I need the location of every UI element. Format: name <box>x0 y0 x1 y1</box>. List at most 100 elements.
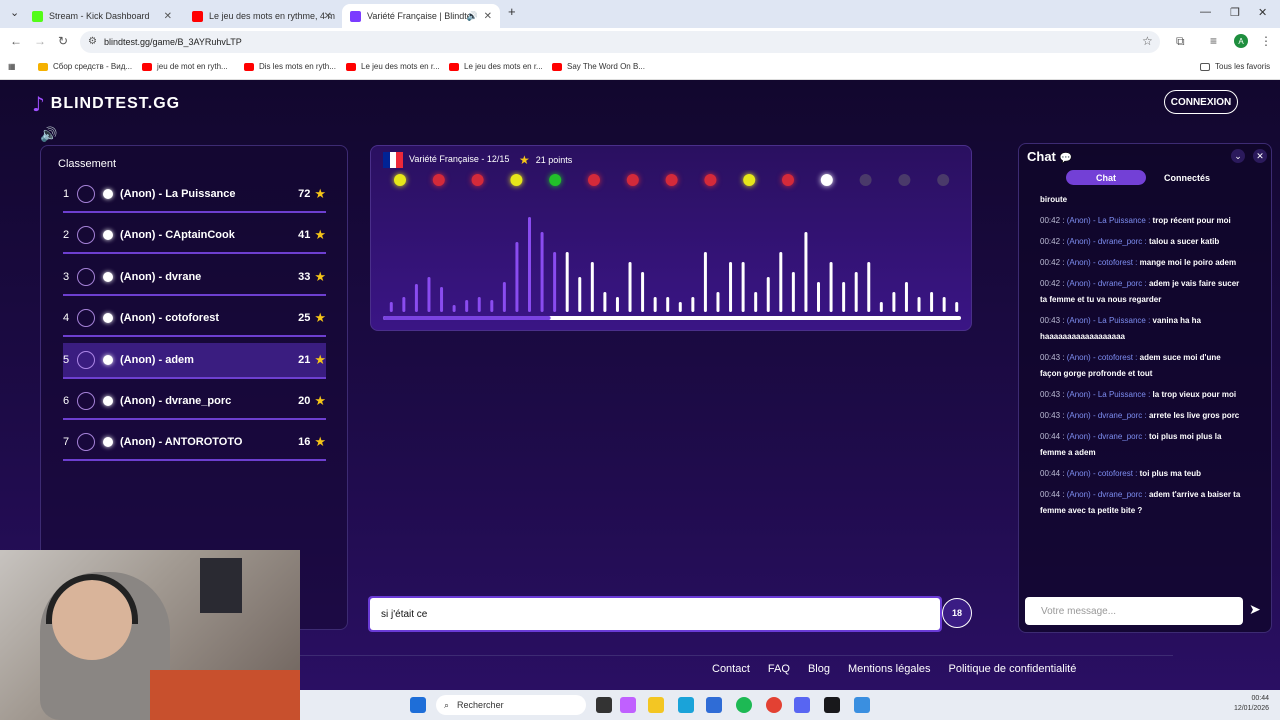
reading-list-icon[interactable]: ≡ <box>1210 34 1217 48</box>
star-icon: ★ <box>314 393 326 408</box>
visualizer-bar <box>389 302 393 312</box>
message-text: toi plus ma teub <box>1139 469 1201 478</box>
round-indicator <box>549 174 562 186</box>
login-button[interactable]: CONNEXION <box>1164 90 1238 114</box>
audio-playing-icon[interactable]: 🔊 <box>467 11 478 22</box>
answer-input[interactable] <box>370 598 940 630</box>
tab-chat[interactable]: Chat <box>1066 170 1146 185</box>
send-icon[interactable]: ➤ <box>1249 601 1261 618</box>
footer-link-legal[interactable]: Mentions légales <box>848 663 931 675</box>
visualizer-bar <box>779 252 783 312</box>
bookmark-star-icon[interactable]: ☆ <box>1142 34 1153 48</box>
discord-icon[interactable] <box>794 697 810 713</box>
chat-message-input[interactable] <box>1025 597 1243 625</box>
round-indicator <box>394 174 406 186</box>
back-icon[interactable]: ← <box>10 34 22 48</box>
restore-icon[interactable]: ❐ <box>1230 6 1240 19</box>
spotify-icon[interactable] <box>736 697 752 713</box>
reload-icon[interactable]: ↻ <box>58 34 68 48</box>
new-tab-button[interactable]: + <box>508 4 516 19</box>
audio-visualizer <box>383 174 961 320</box>
round-indicator <box>432 174 445 186</box>
ranking-row: 4 (Anon) - cotoforest 25 ★ <box>63 301 326 338</box>
footer-link-faq[interactable]: FAQ <box>768 663 790 675</box>
chrome-icon[interactable] <box>766 697 782 713</box>
edge-icon[interactable] <box>678 697 694 713</box>
taskbar-search[interactable]: ⌕ Rechercher <box>436 695 586 715</box>
footer-link-privacy[interactable]: Politique de confidentialité <box>949 663 1077 675</box>
file-explorer-icon[interactable] <box>648 697 664 713</box>
star-icon: ★ <box>519 153 530 167</box>
taskbar-clock[interactable]: 00:44 12/01/2026 <box>1213 694 1269 714</box>
minimize-icon[interactable]: — <box>1200 6 1211 18</box>
chat-message: 00:43 : (Anon) - dvrane_porc : arrete le… <box>1040 408 1244 424</box>
visualizer-bar <box>427 277 431 312</box>
close-tab-icon[interactable]: ✕ <box>484 11 492 22</box>
copilot-icon[interactable] <box>620 697 636 713</box>
apps-icon[interactable]: ▦ <box>8 62 16 71</box>
star-icon: ★ <box>314 186 326 201</box>
music-note-icon: ♪ <box>32 92 45 116</box>
france-flag-icon <box>383 152 404 168</box>
chevron-down-icon[interactable]: ⌄ <box>1231 149 1245 163</box>
app-icon[interactable] <box>824 697 840 713</box>
bookmark-item[interactable]: Le jeu des mots en r... <box>346 62 440 71</box>
message-time: 00:43 : <box>1040 353 1065 362</box>
visualizer-bar <box>502 282 506 312</box>
rank-number: 5 <box>63 353 70 366</box>
footer-link-blog[interactable]: Blog <box>808 663 830 675</box>
photos-icon[interactable] <box>854 697 870 713</box>
blindtest-icon <box>350 10 361 22</box>
site-info-icon[interactable]: ⚙ <box>88 36 97 47</box>
message-time: 00:42 : <box>1040 237 1065 246</box>
visualizer-bar <box>565 252 569 312</box>
tab-blindtest[interactable]: Variété Française | Blindtest 🔊 ✕ <box>342 4 500 28</box>
visualizer-bar <box>729 262 733 312</box>
store-icon[interactable] <box>706 697 722 713</box>
visualizer-bar <box>766 277 770 312</box>
volume-icon[interactable]: 🔊 <box>40 126 57 143</box>
speech-bubble-icon: 💬 <box>1059 153 1072 164</box>
message-time: 00:42 : <box>1040 279 1065 288</box>
bookmark-item[interactable]: Le jeu des mots en r... <box>449 62 543 71</box>
site-logo[interactable]: ♪ BLINDTEST.GG <box>32 92 180 116</box>
visualizer-bar <box>666 297 670 312</box>
message-text: talou a sucer katib <box>1148 237 1220 246</box>
bookmark-item[interactable]: Сбор средств - Вид... <box>38 62 132 71</box>
close-tab-icon[interactable]: ✕ <box>164 11 172 22</box>
close-icon[interactable]: ✕ <box>1253 149 1267 163</box>
bookmark-item[interactable]: Say The Word On B... <box>552 62 645 71</box>
star-icon: ★ <box>314 227 326 243</box>
player-score: 33 <box>298 270 311 283</box>
player-name: (Anon) - dvrane <box>120 270 202 283</box>
extensions-icon[interactable]: ⧉ <box>1176 34 1185 49</box>
chat-message: 00:42 : (Anon) - cotoforest : mange moi … <box>1040 255 1244 271</box>
menu-icon[interactable]: ⋮ <box>1260 34 1272 48</box>
task-view-icon[interactable] <box>596 697 612 713</box>
avatar <box>77 433 95 452</box>
all-favorites[interactable]: Tous les favoris <box>1200 62 1270 71</box>
close-window-icon[interactable]: ✕ <box>1258 6 1267 19</box>
windows-start-icon[interactable] <box>410 697 426 713</box>
visualizer-bar <box>904 282 908 312</box>
tab-youtube[interactable]: Le jeu des mots en rythme, 4 m ✕ <box>184 4 340 28</box>
tab-search-icon[interactable]: ⌄ <box>10 6 19 19</box>
visualizer-bar <box>817 282 820 312</box>
profile-avatar[interactable]: A <box>1234 34 1248 48</box>
bookmark-item[interactable]: jeu de mot en ryth... <box>142 62 228 71</box>
visualizer-bar <box>842 282 846 312</box>
close-tab-icon[interactable]: ✕ <box>324 11 332 22</box>
visualizer-bar <box>515 242 519 312</box>
avatar <box>77 226 95 245</box>
bookmark-item[interactable]: Dis les mots en ryth... <box>244 62 336 71</box>
url-field[interactable]: ⚙ blindtest.gg/game/B_3AYRuhvLTP <box>80 31 1160 53</box>
avatar <box>77 350 95 369</box>
tab-kick-dashboard[interactable]: Stream - Kick Dashboard ✕ <box>24 4 180 28</box>
footer-link-contact[interactable]: Contact <box>712 663 750 675</box>
message-user: (Anon) - La Puissance : <box>1066 390 1151 399</box>
round-indicator <box>588 174 600 186</box>
visualizer-bar <box>892 292 896 312</box>
tab-connected[interactable]: Connectés <box>1147 170 1227 185</box>
forward-icon[interactable]: → <box>34 34 46 48</box>
visualizer-bar <box>879 302 883 312</box>
